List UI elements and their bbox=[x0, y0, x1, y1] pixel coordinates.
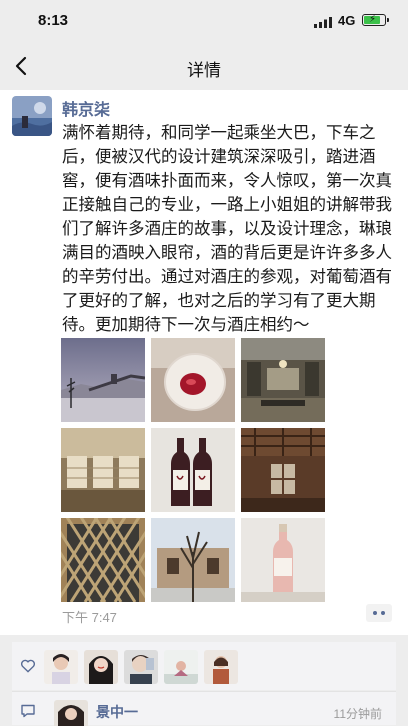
rose-wine-bottle-photo[interactable] bbox=[241, 518, 325, 602]
wine-glass-photo[interactable] bbox=[151, 338, 235, 422]
liker-avatar[interactable] bbox=[44, 650, 78, 684]
liker-avatar[interactable] bbox=[204, 650, 238, 684]
wine-bottles-photo[interactable] bbox=[151, 428, 235, 512]
more-options-button[interactable] bbox=[366, 604, 392, 622]
bare-tree-building-photo[interactable] bbox=[151, 518, 235, 602]
commenter-name[interactable]: 景中一 bbox=[96, 702, 138, 722]
likes-panel bbox=[12, 642, 396, 690]
post-timestamp: 下午 7:47 bbox=[62, 610, 117, 625]
network-type: 4G bbox=[338, 13, 356, 28]
heart-outline-icon bbox=[20, 659, 36, 673]
comment-bubble-icon bbox=[21, 704, 35, 718]
signal-icon bbox=[314, 17, 332, 28]
lattice-wall-photo[interactable] bbox=[61, 518, 145, 602]
liker-avatar[interactable] bbox=[84, 650, 118, 684]
winter-wall-landscape-photo[interactable] bbox=[61, 338, 145, 422]
post-text-block: 满怀着期待，和同学一起乘坐大巴，下车之后，便被汉代的设计建筑深深吸引，踏进酒窖，… bbox=[62, 121, 400, 359]
status-time: 8:13 bbox=[38, 12, 69, 29]
page-title: 详情 bbox=[187, 61, 221, 80]
commenter-avatar[interactable] bbox=[54, 700, 88, 726]
post-text: 满怀着期待，和同学一起乘坐大巴，下车之后，便被汉代的设计建筑深深吸引，踏进酒窖，… bbox=[62, 124, 392, 334]
status-bar: 8:13 4G ⚡ bbox=[0, 0, 408, 44]
more-dot-icon bbox=[373, 611, 377, 615]
author-name[interactable]: 韩京柒 bbox=[62, 96, 110, 120]
more-dot-icon bbox=[381, 611, 385, 615]
author-avatar[interactable] bbox=[12, 96, 52, 136]
liker-avatar[interactable] bbox=[164, 650, 198, 684]
liker-avatar[interactable] bbox=[124, 650, 158, 684]
comment-row[interactable]: 景中一 11分钟前 bbox=[12, 691, 396, 726]
photo-grid bbox=[61, 338, 327, 602]
nav-bar: 详情 bbox=[0, 44, 408, 90]
comment-time: 11分钟前 bbox=[333, 707, 382, 721]
wine-cellar-photo[interactable] bbox=[61, 428, 145, 512]
wooden-ceiling-window-photo[interactable] bbox=[241, 428, 325, 512]
winery-hall-photo[interactable] bbox=[241, 338, 325, 422]
battery-icon: ⚡ bbox=[362, 14, 389, 26]
